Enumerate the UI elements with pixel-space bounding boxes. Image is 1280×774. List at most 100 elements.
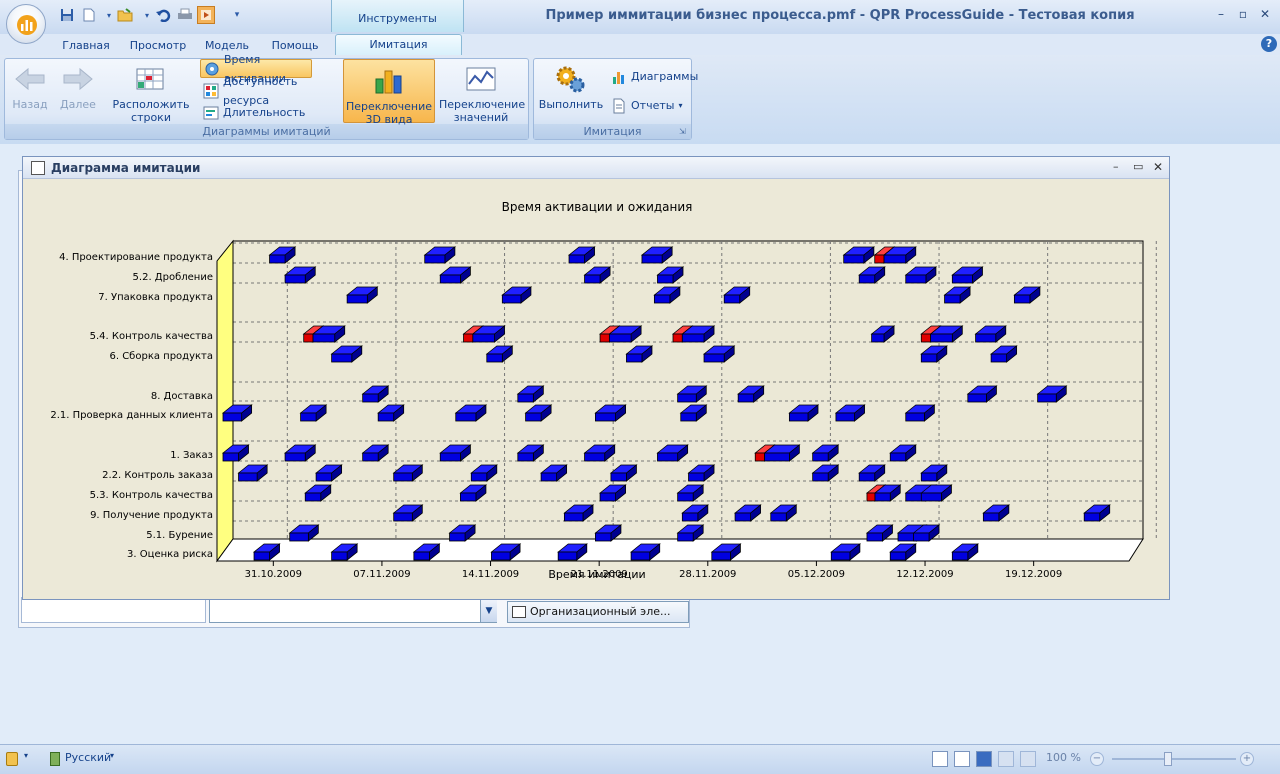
x-tick-label: 21.11.2009: [571, 569, 628, 580]
minimize-button[interactable]: –: [1210, 7, 1232, 23]
database-icon[interactable]: [6, 752, 18, 766]
y-tick-label: 5.3. Контроль качества: [90, 490, 213, 501]
arrow-left-icon: [13, 64, 47, 94]
sim-window-titlebar: Диаграмма имитации – ▭ ✕: [23, 157, 1169, 179]
gears-icon: [554, 64, 588, 94]
duration-label: Длительность: [223, 106, 306, 119]
maximize-button[interactable]: ▭: [1133, 160, 1143, 173]
minimize-button[interactable]: –: [1113, 160, 1119, 173]
status-bar: ▾ Русский ▾ 100 % − +: [0, 744, 1280, 774]
y-tick-label: 2.1. Проверка данных клиента: [50, 410, 213, 421]
close-button[interactable]: ✕: [1153, 160, 1163, 174]
fit-page-icon[interactable]: [998, 751, 1014, 767]
y-tick-label: 4. Проектирование продукта: [59, 252, 213, 263]
thumbnail-pane: [21, 597, 206, 623]
switch-values-button[interactable]: Переключение значений: [439, 64, 526, 124]
run-button[interactable]: Выполнить: [538, 64, 604, 111]
forward-label: Далее: [60, 98, 96, 111]
zoom-out-button[interactable]: −: [1090, 752, 1104, 766]
y-tick-label: 5.1. Бурение: [146, 530, 213, 541]
group-caption: Диаграммы имитаций: [5, 124, 528, 139]
zoom-in-button[interactable]: +: [1240, 752, 1254, 766]
report-icon: [611, 98, 627, 114]
group-caption: Имитация: [534, 124, 691, 139]
x-tick-label: 14.11.2009: [462, 569, 519, 580]
app-menu-button[interactable]: [6, 4, 46, 44]
y-tick-label: 5.2. Дробление: [133, 272, 213, 283]
duration-button[interactable]: Длительность: [200, 103, 305, 122]
text-input[interactable]: [209, 599, 497, 623]
back-label: Назад: [12, 98, 48, 111]
sim-window-title: Диаграмма имитации: [51, 161, 201, 175]
diagrams-button[interactable]: Диаграммы: [608, 67, 698, 86]
tab-home[interactable]: Главная: [52, 36, 120, 56]
open-folder-icon[interactable]: [116, 6, 134, 24]
line-chart-icon: [464, 64, 498, 94]
bar-chart-3d-icon: [372, 66, 406, 96]
arrange-rows-button[interactable]: Расположить строки: [108, 64, 194, 124]
y-tick-label: 3. Оценка риска: [127, 549, 213, 560]
zoom-slider-thumb[interactable]: [1164, 752, 1172, 766]
chart-title: Время активации и ожидания: [502, 200, 693, 214]
y-tick-label: 5.4. Контроль качества: [90, 331, 213, 342]
y-tick-label: 9. Получение продукта: [90, 510, 213, 521]
maximize-button[interactable]: ▫: [1232, 7, 1254, 23]
language-selector[interactable]: Русский: [65, 751, 111, 764]
duration-icon: [203, 105, 219, 121]
dropdown-arrow-icon[interactable]: ▼: [480, 600, 497, 622]
switch-3d-label: Переключение 3D вида: [345, 100, 433, 126]
simulation-diagram-window: Диаграмма имитации – ▭ ✕ Время активации…: [22, 156, 1170, 600]
diagrams-label: Диаграммы: [631, 70, 699, 83]
app-logo-icon: [17, 15, 37, 35]
x-tick-label: 07.11.2009: [353, 569, 410, 580]
object-type-dropdown[interactable]: Организационный эле...: [507, 601, 689, 623]
simulation-chart: Время активации и ожидания Время имитаци…: [50, 200, 1157, 581]
org-element-icon: [512, 606, 526, 618]
switch-values-label: Переключение значений: [439, 98, 526, 124]
tab-simulation[interactable]: Имитация: [335, 34, 462, 56]
new-document-icon[interactable]: [80, 6, 98, 24]
resource-chart-icon: [203, 83, 219, 99]
resource-availability-button[interactable]: Доступность ресурса: [200, 75, 336, 107]
object-type-value: Организационный эле...: [530, 605, 671, 618]
run-label: Выполнить: [538, 98, 604, 111]
chart-view-icon[interactable]: [976, 751, 992, 767]
close-button[interactable]: ✕: [1254, 7, 1276, 23]
x-tick-label: 12.12.2009: [896, 569, 953, 580]
x-tick-label: 28.11.2009: [679, 569, 736, 580]
print-icon[interactable]: [176, 6, 194, 24]
zoom-fit-icon[interactable]: [1020, 751, 1036, 767]
save-icon[interactable]: [58, 6, 76, 24]
zoom-slider-track[interactable]: [1112, 758, 1236, 760]
y-axis-wall: [216, 239, 234, 563]
x-tick-label: 31.10.2009: [245, 569, 302, 580]
org-chart-view-icon[interactable]: [932, 751, 948, 767]
y-tick-label: 1. Заказ: [170, 450, 213, 461]
presentation-mode-icon[interactable]: [197, 6, 215, 24]
dropdown-arrow-icon: ▾: [678, 101, 683, 110]
arrow-right-icon: [61, 64, 95, 94]
switch-3d-view-button[interactable]: Переключение 3D вида: [343, 59, 435, 126]
arrange-rows-icon: [134, 64, 168, 94]
y-tick-label: 7. Упаковка продукта: [98, 292, 213, 303]
customize-toolbar-icon[interactable]: ▾: [228, 6, 246, 24]
undo-icon[interactable]: [154, 6, 172, 24]
gear-clock-icon: [204, 61, 220, 77]
context-tab-group: Инструменты имитации: [331, 0, 464, 63]
y-tick-label: 2.2. Контроль заказа: [102, 470, 213, 481]
diagram-window-icon: [31, 161, 45, 175]
dropdown-arrow-icon[interactable]: ▾: [110, 751, 114, 760]
tab-view[interactable]: Просмотр: [122, 36, 194, 56]
tree-view-icon[interactable]: [954, 751, 970, 767]
bar-chart-icon: [611, 69, 627, 85]
dialog-launcher-icon[interactable]: ⇲: [679, 127, 689, 137]
back-button[interactable]: Назад: [8, 64, 52, 111]
zoom-level: 100 %: [1046, 751, 1081, 764]
arrange-rows-label: Расположить строки: [112, 98, 190, 124]
reports-button[interactable]: Отчеты ▾: [608, 96, 690, 115]
help-icon[interactable]: ?: [1261, 36, 1277, 52]
dropdown-arrow-icon[interactable]: ▾: [24, 751, 28, 760]
reports-label: Отчеты: [631, 99, 675, 112]
forward-button[interactable]: Далее: [56, 64, 100, 111]
y-tick-label: 6. Сборка продукта: [109, 351, 213, 362]
